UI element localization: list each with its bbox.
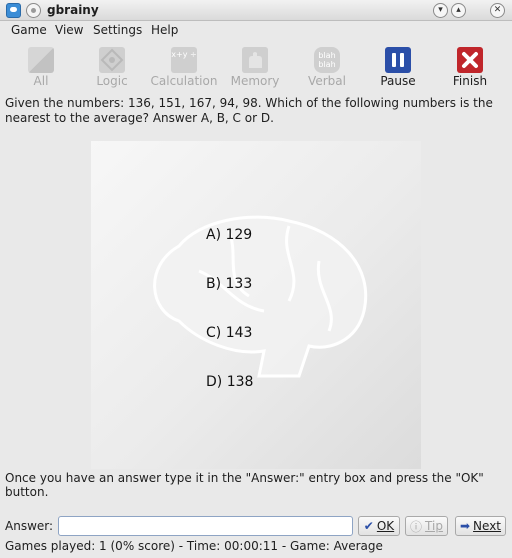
tool-finish-label: Finish: [452, 74, 488, 88]
tool-memory[interactable]: Memory: [215, 43, 295, 91]
tool-pause[interactable]: Pause: [358, 43, 438, 91]
option-b: B) 133: [206, 276, 253, 292]
ok-button[interactable]: ✔ OK: [358, 516, 400, 536]
menu-view[interactable]: View: [55, 23, 83, 37]
option-c: C) 143: [206, 325, 253, 341]
close-button[interactable]: ✕: [490, 3, 505, 18]
tool-calculation[interactable]: x+y ÷ Calculation: [144, 43, 224, 91]
all-games-icon: [28, 47, 54, 73]
brain-watermark-icon: [153, 215, 368, 378]
finish-icon: [457, 47, 483, 73]
verbal-icon: blah blah: [314, 47, 340, 73]
menu-bar: Game View Settings Help: [0, 21, 512, 41]
tip-button-label: Tip: [425, 519, 443, 533]
tool-all-label: All: [33, 74, 49, 88]
tool-all[interactable]: All: [1, 43, 81, 91]
tool-calculation-label: Calculation: [150, 74, 218, 88]
next-arrow-icon: ➡: [459, 519, 471, 533]
tool-verbal[interactable]: blah blah Verbal: [287, 43, 367, 91]
window-title: gbrainy: [47, 3, 99, 17]
option-a: A) 129: [206, 227, 253, 243]
app-icon[interactable]: [6, 3, 21, 18]
check-icon: ✔: [363, 519, 374, 533]
menu-game[interactable]: Game: [11, 23, 47, 37]
question-text: Given the numbers: 136, 151, 167, 94, 98…: [5, 96, 493, 125]
next-button-label: Next: [473, 519, 502, 533]
memory-icon: [242, 47, 268, 73]
maximize-button[interactable]: ▴: [451, 3, 466, 18]
instruction-text: Once you have an answer type it in the "…: [5, 471, 484, 499]
pause-icon: [385, 47, 411, 73]
toolbar: All Logic x+y ÷ Calculation Memory blah …: [0, 43, 512, 91]
tool-finish[interactable]: Finish: [430, 43, 510, 91]
status-bar: Games played: 1 (0% score) - Time: 00:00…: [5, 539, 383, 553]
answer-input[interactable]: [58, 516, 353, 536]
tool-logic[interactable]: Logic: [72, 43, 152, 91]
next-button[interactable]: ➡ Next: [455, 516, 506, 536]
tool-logic-label: Logic: [96, 74, 128, 88]
tool-pause-label: Pause: [380, 74, 416, 88]
title-bar: gbrainy ▾ ▴ ✕: [0, 0, 512, 21]
answer-label: Answer:: [5, 519, 54, 533]
calculation-icon: x+y ÷: [171, 47, 197, 73]
tool-memory-label: Memory: [230, 74, 280, 88]
tool-verbal-label: Verbal: [308, 74, 346, 88]
game-drawing-area: A) 129 B) 133 C) 143 D) 138: [91, 141, 421, 469]
menu-settings[interactable]: Settings: [93, 23, 142, 37]
ok-button-label: OK: [376, 519, 395, 533]
logic-icon: [99, 47, 125, 73]
option-d: D) 138: [206, 374, 254, 390]
tip-icon: ⓘ: [410, 519, 423, 534]
menu-help[interactable]: Help: [151, 23, 178, 37]
minimize-button[interactable]: ▾: [433, 3, 448, 18]
pin-icon[interactable]: [26, 3, 41, 18]
tip-button[interactable]: ⓘ Tip: [405, 516, 448, 536]
